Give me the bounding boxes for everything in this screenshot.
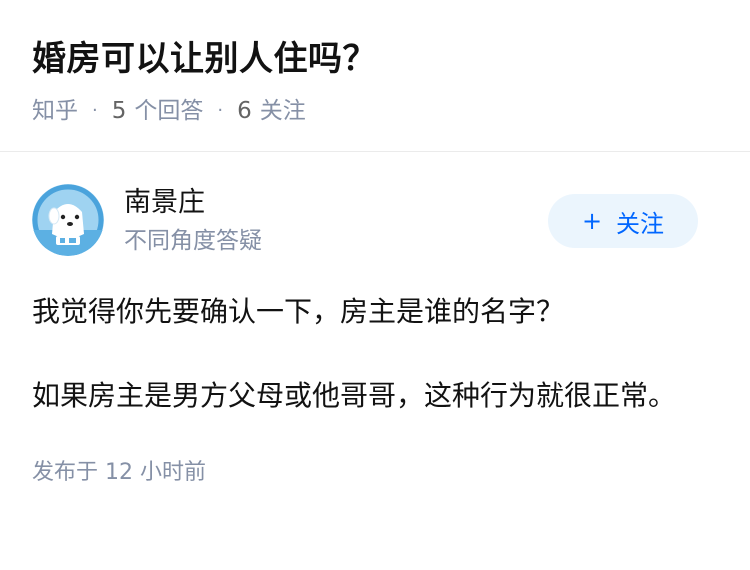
follow-button-label: 关注 [616, 209, 665, 238]
answer-paragraph: 如果房主是男方父母或他哥哥，这种行为就很正常。 [32, 379, 677, 412]
answers-label[interactable]: 个回答 [134, 96, 203, 126]
meta-separator: · [217, 100, 224, 121]
author-headline: 不同角度答疑 [124, 228, 262, 254]
plus-icon: + [581, 207, 603, 235]
answers-count: 5 [111, 98, 127, 124]
answer-card: 南景庄 不同角度答疑 + 关注 我觉得你先要确认一下，房主是谁的名字？ 如果房主… [0, 152, 750, 488]
author-row: 南景庄 不同角度答疑 + 关注 [32, 152, 718, 262]
question-meta: 知乎 · 5 个回答 · 6 关注 [32, 96, 718, 126]
follow-button[interactable]: + 关注 [548, 194, 698, 248]
source-label[interactable]: 知乎 [32, 96, 78, 126]
question-title[interactable]: 婚房可以让别人住吗？ [32, 36, 718, 82]
question-header: 婚房可以让别人住吗？ 知乎 · 5 个回答 · 6 关注 [0, 0, 750, 151]
followers-label[interactable]: 关注 [260, 96, 306, 126]
followers-count: 6 [237, 98, 252, 124]
meta-separator: · [92, 100, 98, 121]
avatar[interactable] [32, 184, 104, 256]
answer-paragraph: 我觉得你先要确认一下，房主是谁的名字？ [32, 295, 565, 328]
answer-content[interactable]: 我觉得你先要确认一下，房主是谁的名字？ 如果房主是男方父母或他哥哥，这种行为就很… [32, 290, 718, 418]
cartoon-dog-avatar-icon [32, 184, 104, 256]
author-name[interactable]: 南景庄 [124, 186, 205, 220]
answer-timestamp[interactable]: 发布于 12 小时前 [32, 458, 718, 488]
